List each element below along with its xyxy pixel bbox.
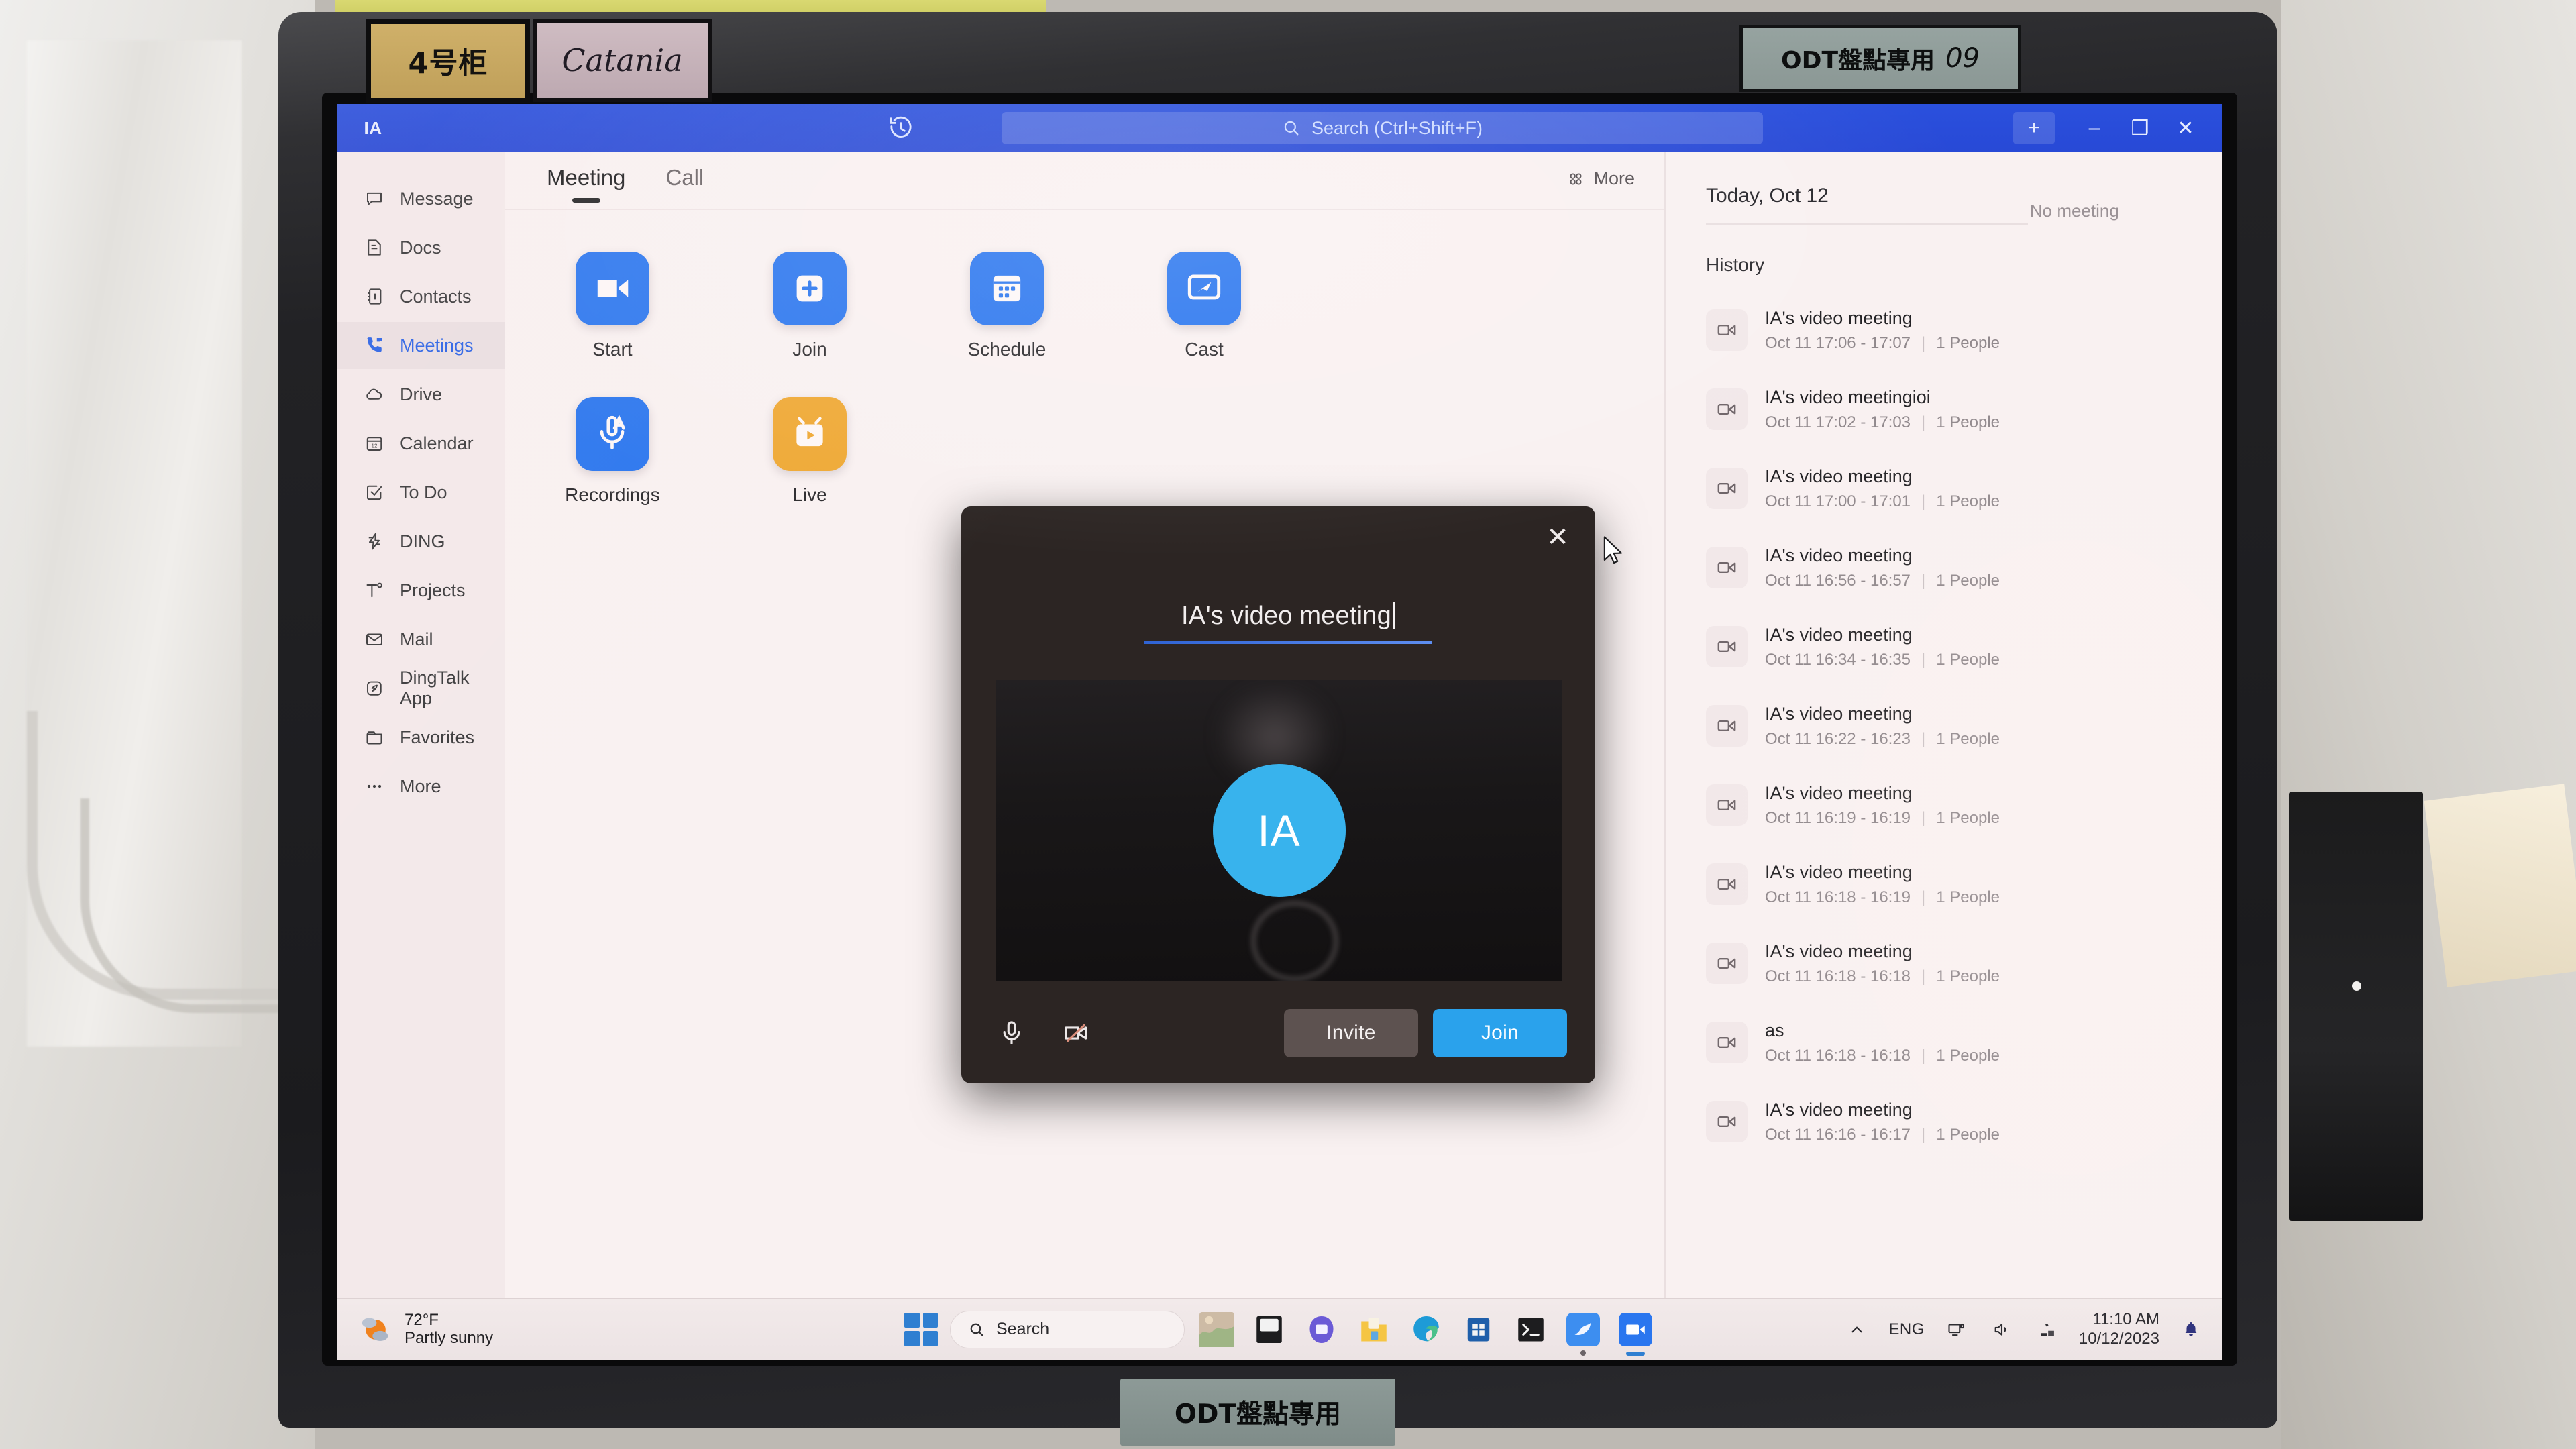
mouse-cursor xyxy=(1602,535,1625,566)
meeting-title-field[interactable]: IA's video meeting xyxy=(1144,602,1432,644)
black-equipment-box xyxy=(2289,792,2423,1221)
cabinet-label-sticker: 4号柜 xyxy=(371,24,525,98)
paper-sheet xyxy=(2424,784,2576,987)
preview-ring xyxy=(1251,901,1338,981)
invite-button[interactable]: Invite xyxy=(1284,1009,1418,1057)
meeting-title-value: IA's video meeting xyxy=(1181,602,1391,630)
close-icon[interactable]: ✕ xyxy=(1540,520,1575,555)
odt-label-bottom-sticker: ODT盤點專用 xyxy=(1120,1379,1395,1446)
camera-off-icon[interactable] xyxy=(1054,1011,1098,1055)
modal-buttons: Invite Join xyxy=(1284,1009,1567,1057)
equipment-led xyxy=(2352,981,2361,991)
join-button[interactable]: Join xyxy=(1433,1009,1567,1057)
odt-label-top-number: 09 xyxy=(1945,43,1980,74)
wall-right xyxy=(2281,0,2576,1449)
modal-controls: Invite Join xyxy=(961,983,1595,1083)
handwritten-label-sticker: Catania xyxy=(537,23,708,98)
camera-preview: IA xyxy=(996,680,1562,981)
start-meeting-dialog: ✕ IA's video meeting IA Invite Join xyxy=(961,506,1595,1083)
microphone-on-icon[interactable] xyxy=(989,1011,1034,1055)
odt-label-top-sticker: ODT盤點專用 09 xyxy=(1743,28,2018,89)
text-caret xyxy=(1392,602,1395,629)
meeting-title-text: IA's video meeting xyxy=(1144,602,1432,631)
avatar: IA xyxy=(1212,764,1346,897)
laptop-screen: IA Search (Ctrl+Shift+F) + – ❐ ✕ Message… xyxy=(337,104,2222,1360)
odt-label-top-text: ODT盤點專用 xyxy=(1781,47,1935,74)
field-underline xyxy=(1144,641,1432,644)
modal-overlay: ✕ IA's video meeting IA Invite Join xyxy=(337,104,2222,1360)
dingtalk-window: IA Search (Ctrl+Shift+F) + – ❐ ✕ Message… xyxy=(337,104,2222,1360)
